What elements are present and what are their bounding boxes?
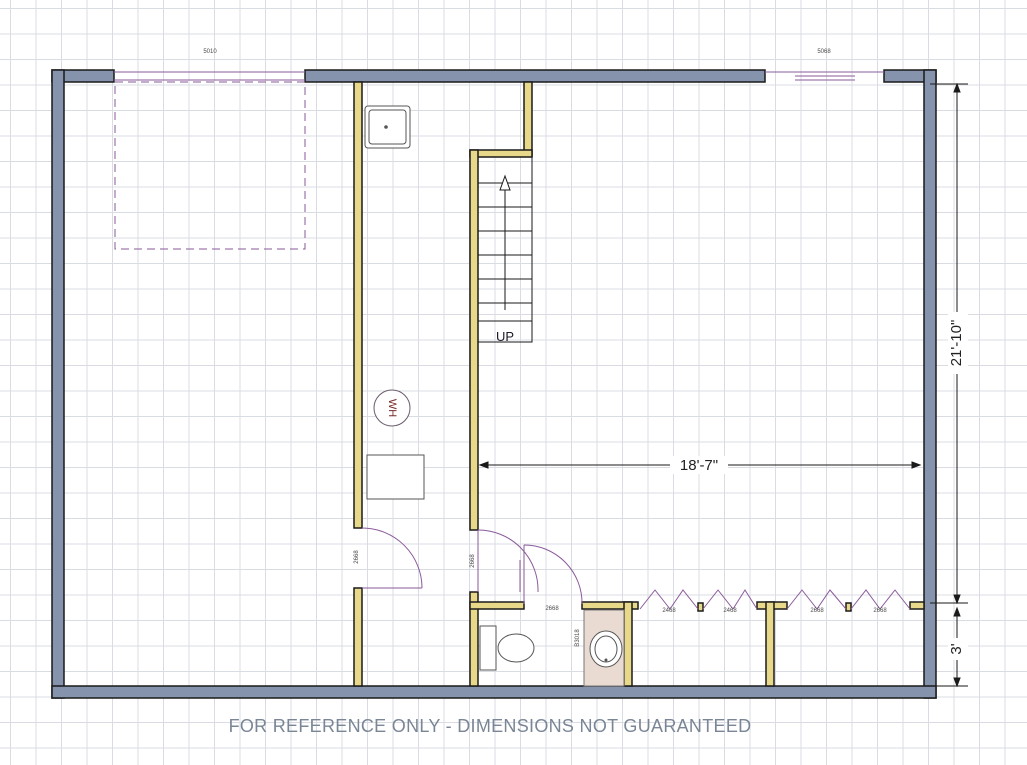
utility-sink xyxy=(364,105,411,149)
door-utility-label: 2668 xyxy=(354,550,360,564)
interior-walls xyxy=(353,81,925,687)
door-hall-label: 2668 xyxy=(470,554,476,568)
closet-door-label-3: 2668 xyxy=(810,608,824,614)
staircase xyxy=(477,156,533,343)
door-bath xyxy=(523,544,583,605)
disclaimer-text: FOR REFERENCE ONLY - DIMENSIONS NOT GUAR… xyxy=(228,716,752,736)
vanity-label: B3018 xyxy=(575,629,581,647)
water-heater-label: WH xyxy=(386,399,398,417)
window-label-left: 5010 xyxy=(203,49,217,55)
closet-door-label-2: 2468 xyxy=(723,608,737,614)
closet-door-label-4: 2668 xyxy=(873,608,887,614)
closet-door-label-1: 2468 xyxy=(662,608,676,614)
stair-up-label: UP xyxy=(496,329,514,344)
bathroom-vanity xyxy=(583,609,625,687)
toilet xyxy=(479,625,535,671)
dashed-area-outline xyxy=(114,81,306,250)
dimension-closet-label: 3' xyxy=(948,643,965,654)
window-label-right: 5068 xyxy=(817,49,831,55)
furnace-unit xyxy=(366,454,425,500)
window-top-right xyxy=(765,71,884,81)
dimension-width-label: 18'-7" xyxy=(680,457,718,474)
window-top-left xyxy=(114,71,305,81)
door-utility xyxy=(361,527,423,589)
door-bath-label: 2668 xyxy=(545,606,559,612)
door-hall xyxy=(477,529,539,593)
floor-plan: 5010 5068 UP WH 2668 2668 2668 B3018 246… xyxy=(51,49,968,699)
dimension-height-label: 21'-10" xyxy=(948,320,965,367)
